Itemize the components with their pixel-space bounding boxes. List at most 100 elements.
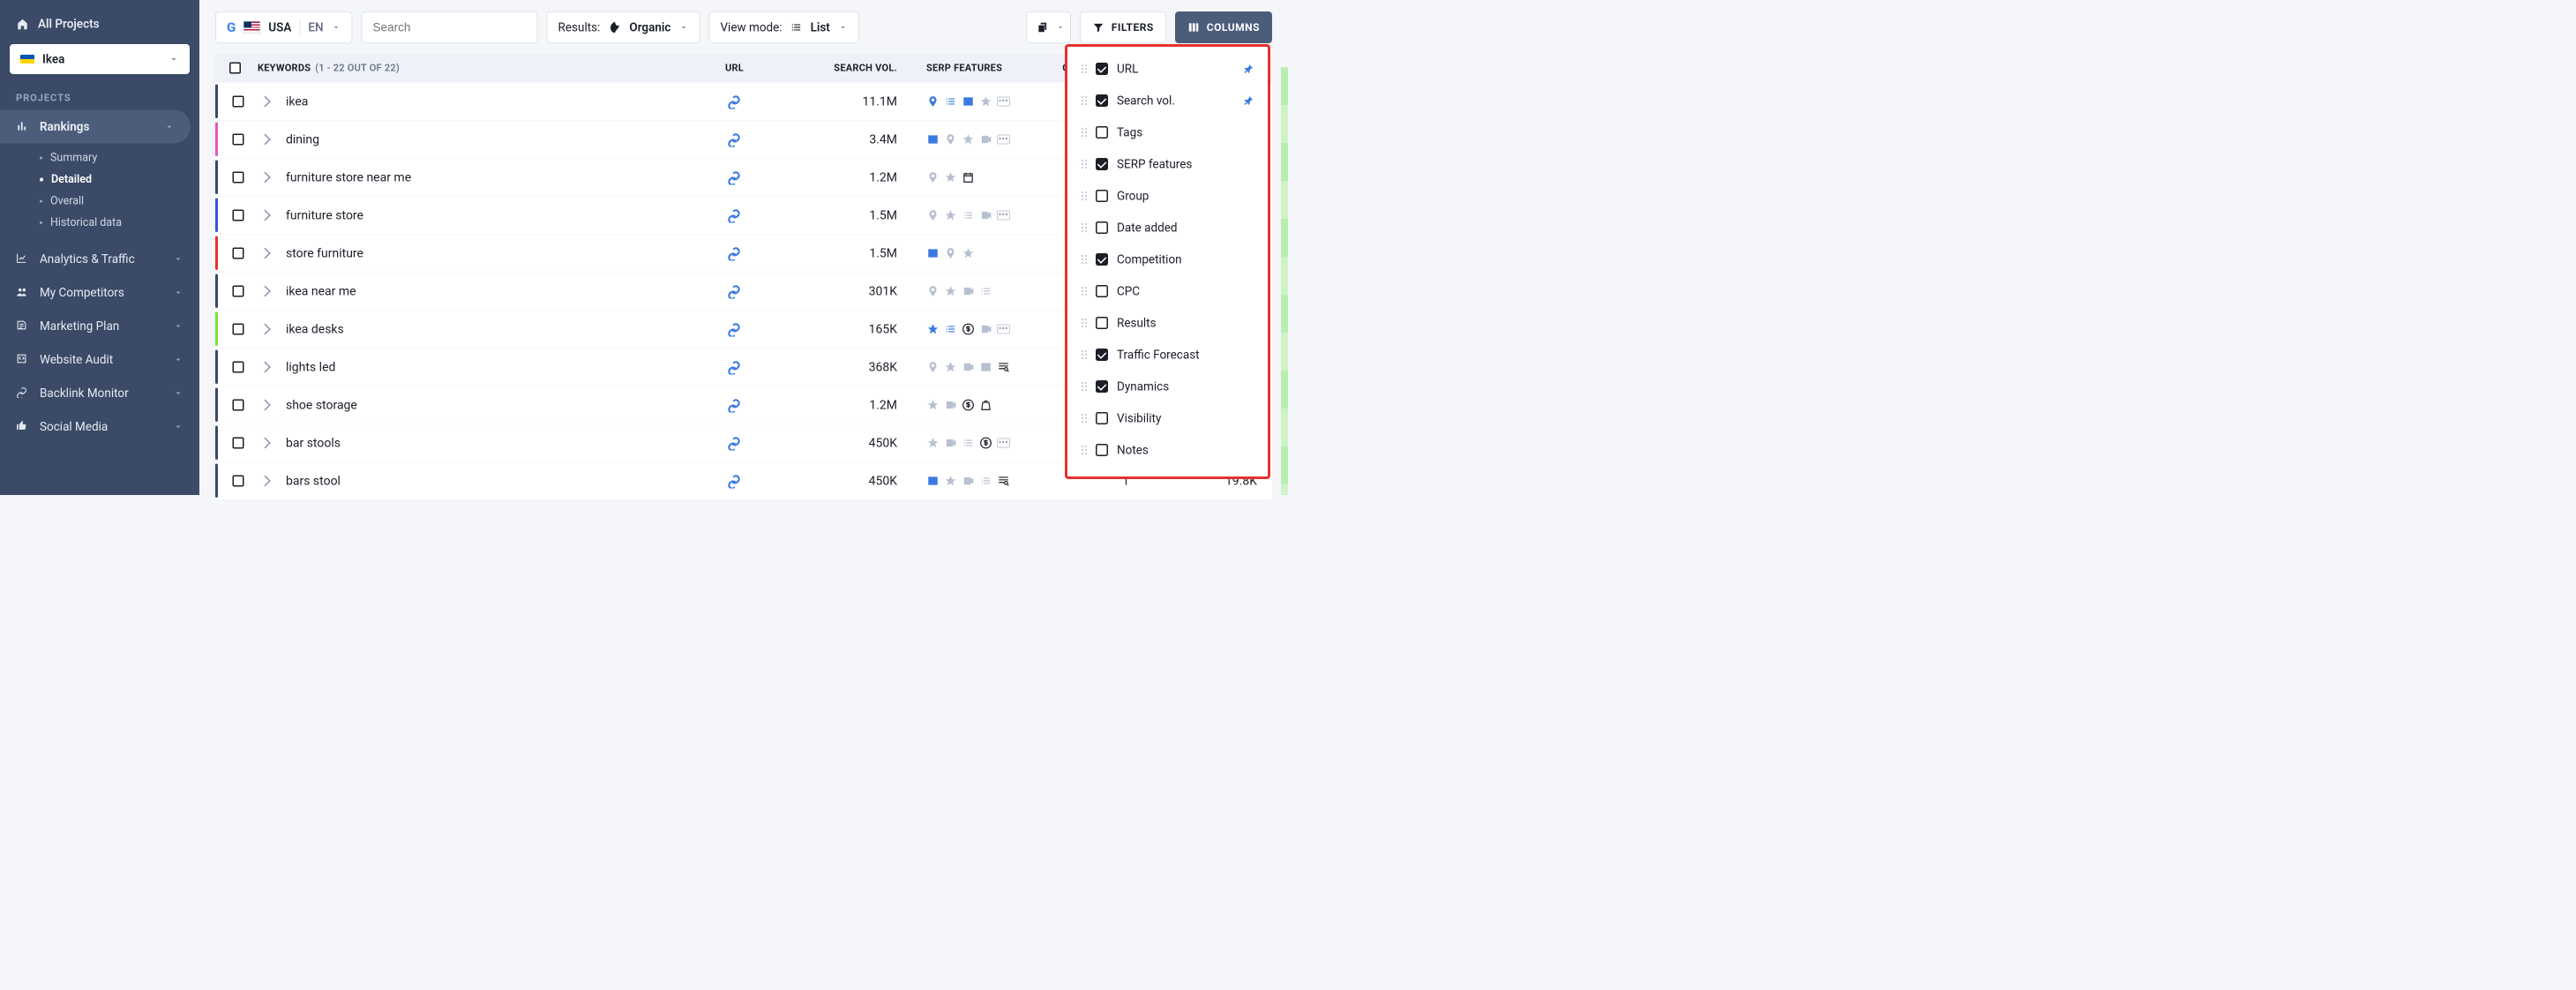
url-link[interactable] (725, 131, 743, 148)
column-toggle-dynamics[interactable]: Dynamics (1067, 371, 1268, 402)
drag-handle-icon[interactable] (1082, 446, 1087, 454)
url-link[interactable] (725, 472, 743, 490)
drag-handle-icon[interactable] (1082, 382, 1087, 391)
row-checkbox[interactable] (233, 475, 244, 486)
row-checkbox[interactable] (233, 361, 244, 372)
column-toggle-search-vol-[interactable]: Search vol. (1067, 85, 1268, 116)
url-link[interactable] (725, 282, 743, 300)
checkbox[interactable] (1096, 221, 1108, 234)
checkbox[interactable] (1096, 63, 1108, 75)
drag-handle-icon[interactable] (1082, 255, 1087, 264)
th-serp[interactable]: SERP FEATURES (915, 63, 1038, 74)
all-projects-link[interactable]: All Projects (0, 9, 199, 39)
row-checkbox[interactable] (233, 171, 244, 183)
row-checkbox[interactable] (233, 247, 244, 259)
pushpin-icon[interactable] (1243, 64, 1254, 74)
serp-more-icon[interactable]: ••• (997, 438, 1010, 447)
sidebar-item-marketing-plan[interactable]: Marketing Plan (0, 310, 199, 343)
expand-icon[interactable] (259, 209, 271, 221)
search-engine-selector[interactable]: G USA EN (215, 11, 353, 43)
column-toggle-competition[interactable]: Competition (1067, 244, 1268, 275)
column-toggle-traffic-forecast[interactable]: Traffic Forecast (1067, 339, 1268, 371)
drag-handle-icon[interactable] (1082, 287, 1087, 296)
drag-handle-icon[interactable] (1082, 223, 1087, 232)
pushpin-icon[interactable] (1243, 95, 1254, 106)
column-toggle-url[interactable]: URL (1067, 53, 1268, 85)
drag-handle-icon[interactable] (1082, 96, 1087, 105)
drag-handle-icon[interactable] (1082, 191, 1087, 200)
url-link[interactable] (725, 206, 743, 224)
row-checkbox[interactable] (233, 323, 244, 334)
url-link[interactable] (725, 396, 743, 414)
drag-handle-icon[interactable] (1082, 319, 1087, 327)
expand-icon[interactable] (259, 95, 271, 107)
column-toggle-date-added[interactable]: Date added (1067, 212, 1268, 244)
sidebar-item-website-audit[interactable]: Website Audit (0, 343, 199, 377)
column-toggle-tags[interactable]: Tags (1067, 116, 1268, 148)
submenu-overall[interactable]: Overall (0, 191, 199, 213)
checkbox[interactable] (1096, 253, 1108, 266)
url-link[interactable] (725, 320, 743, 338)
expand-icon[interactable] (259, 285, 271, 296)
drag-handle-icon[interactable] (1082, 160, 1087, 169)
url-link[interactable] (725, 358, 743, 376)
expand-icon[interactable] (259, 361, 271, 372)
filters-button[interactable]: FILTERS (1080, 11, 1166, 43)
column-toggle-group[interactable]: Group (1067, 180, 1268, 212)
checkbox[interactable] (1096, 444, 1108, 456)
sidebar-item-competitors[interactable]: My Competitors (0, 276, 199, 310)
checkbox[interactable] (1096, 317, 1108, 329)
url-link[interactable] (725, 169, 743, 186)
column-toggle-visibility[interactable]: Visibility (1067, 402, 1268, 434)
select-all-checkbox[interactable] (215, 63, 255, 74)
checkbox[interactable] (1096, 349, 1108, 361)
column-toggle-serp-features[interactable]: SERP features (1067, 148, 1268, 180)
project-selector[interactable]: Ikea (10, 44, 190, 74)
expand-icon[interactable] (259, 323, 271, 334)
submenu-historical[interactable]: Historical data (0, 212, 199, 234)
sidebar-item-analytics[interactable]: Analytics & Traffic (0, 243, 199, 276)
search-input[interactable] (373, 20, 529, 34)
row-checkbox[interactable] (233, 95, 244, 107)
serp-more-icon[interactable]: ••• (997, 134, 1010, 144)
th-search-vol[interactable]: SEARCH VOL. (791, 63, 915, 74)
url-link[interactable] (725, 244, 743, 262)
sidebar-item-rankings[interactable]: Rankings (0, 110, 191, 144)
expand-icon[interactable] (259, 247, 271, 259)
checkbox[interactable] (1096, 158, 1108, 170)
row-checkbox[interactable] (233, 209, 244, 221)
submenu-summary[interactable]: Summary (0, 147, 199, 169)
serp-more-icon[interactable]: ••• (997, 96, 1010, 106)
checkbox[interactable] (1096, 412, 1108, 424)
checkbox[interactable] (1096, 126, 1108, 139)
row-checkbox[interactable] (233, 133, 244, 145)
checkbox[interactable] (1096, 94, 1108, 107)
row-checkbox[interactable] (233, 285, 244, 296)
drag-handle-icon[interactable] (1082, 128, 1087, 137)
sidebar-item-social[interactable]: Social Media (0, 410, 199, 444)
copy-button[interactable] (1026, 11, 1071, 43)
drag-handle-icon[interactable] (1082, 414, 1087, 423)
column-toggle-results[interactable]: Results (1067, 307, 1268, 339)
serp-more-icon[interactable]: ••• (997, 210, 1010, 220)
expand-icon[interactable] (259, 437, 271, 448)
row-checkbox[interactable] (233, 437, 244, 448)
checkbox[interactable] (1096, 380, 1108, 393)
submenu-detailed[interactable]: Detailed (0, 169, 199, 191)
url-link[interactable] (725, 434, 743, 452)
expand-icon[interactable] (259, 399, 271, 410)
search-input-wrap[interactable] (362, 11, 538, 43)
th-url[interactable]: URL (712, 63, 791, 74)
drag-handle-icon[interactable] (1082, 64, 1087, 73)
th-keywords[interactable]: KEYWORDS (258, 63, 311, 74)
checkbox[interactable] (1096, 190, 1108, 202)
expand-icon[interactable] (259, 133, 271, 145)
columns-button[interactable]: COLUMNS (1175, 11, 1272, 43)
column-toggle-cpc[interactable]: CPC (1067, 275, 1268, 307)
drag-handle-icon[interactable] (1082, 350, 1087, 359)
checkbox[interactable] (1096, 285, 1108, 297)
results-selector[interactable]: Results: Organic (547, 11, 700, 43)
serp-more-icon[interactable]: ••• (997, 324, 1010, 334)
expand-icon[interactable] (259, 171, 271, 183)
view-mode-selector[interactable]: View mode: List (708, 11, 858, 43)
